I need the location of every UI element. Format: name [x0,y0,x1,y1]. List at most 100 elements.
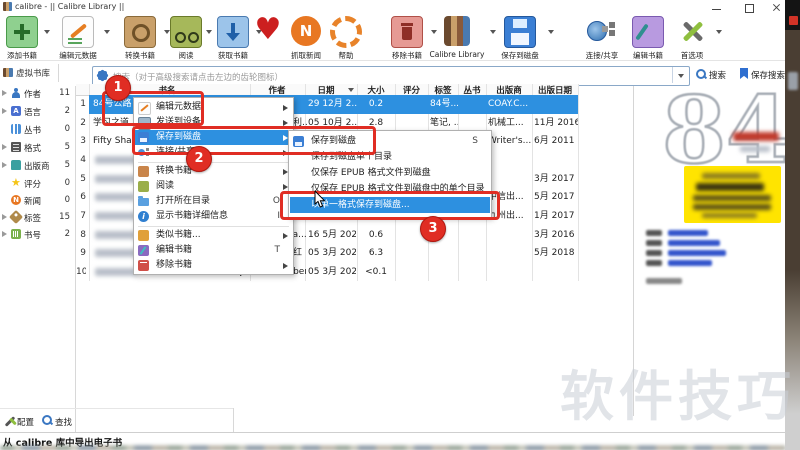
cell-pubdate[interactable]: 6月 2011 [534,132,578,150]
cell-tags[interactable]: 84号... [430,95,458,113]
caret-icon[interactable] [2,144,7,150]
tag-browser-toolbar: 配置 查找 [0,408,233,433]
cell-publisher[interactable]: Writer's... [488,132,532,150]
menu-item-show-book-details[interactable]: i 显示书籍详细信息 I [135,209,292,224]
maximize-button[interactable] [738,2,760,13]
sidebar-item-news[interactable]: N 新闻 0 [0,192,75,209]
add-books-dropdown-arrow[interactable] [44,30,50,34]
cell-date[interactable]: 16 5月 2020 [308,226,356,244]
cell-size[interactable]: <0.1 [357,263,395,281]
cell-pubdate[interactable]: 5月 2017 [534,188,578,206]
cell-publisher[interactable]: COAY.C... [488,95,532,113]
toolbar-add-books[interactable]: 添加书籍 [2,14,42,60]
authors-icon [11,88,21,98]
annotation-circle-step1: 1 [105,75,131,101]
sidebar-item-authors[interactable]: 作者 11 [0,85,75,102]
row-number: 5 [80,174,86,184]
identifiers-icon [11,229,21,239]
menu-item-read[interactable]: 阅读 [135,179,292,194]
cell-date[interactable]: 05 3月 2020 [308,244,356,262]
connect-share-icon [587,16,617,46]
cell-pubdate[interactable]: 3月 2016 [534,226,578,244]
toolbar-calibre-library[interactable]: Calibre Library [426,14,488,60]
search-input[interactable]: 搜索（对于高级搜索请点击左边的齿轮图标） [92,66,690,86]
column-header-publisher[interactable]: 出版商 [486,84,532,96]
configure-button[interactable]: 配置 [17,416,34,428]
cell-pubdate[interactable]: 5月 2018 [534,244,578,262]
find-icon [42,415,52,425]
redacted-text [646,278,682,284]
cell-size[interactable]: 0.2 [357,95,395,113]
caret-icon[interactable] [2,162,7,168]
toolbar-convert-books[interactable]: 转换书籍 [118,14,162,60]
edit-metadata-dropdown-arrow[interactable] [104,30,110,34]
add-books-icon [6,16,38,48]
column-header-author[interactable]: 作者 [252,84,302,96]
toolbar-edit-metadata[interactable]: 编辑元数据 [55,14,101,60]
toolbar-connect-share[interactable]: 连接/共享 [578,14,626,60]
column-header-pubdate[interactable]: 出版日期 [532,84,578,96]
caret-icon[interactable] [2,214,7,220]
preferences-dropdown-arrow[interactable] [716,30,722,34]
read-icon [170,16,202,48]
cell-author[interactable]: 红 [293,244,306,262]
cell-pubdate[interactable]: 3月 2017 [534,170,578,188]
submenu-item-save-epub-only[interactable]: 仅保存 EPUB 格式文件到磁盘 [290,165,490,181]
sidebar-item-tags[interactable]: 标签 15 [0,209,75,226]
toolbar-remove-books[interactable]: 移除书籍 [386,14,428,60]
menu-item-convert-books[interactable]: 转换书籍 [135,164,292,179]
toolbar-read[interactable]: 阅读 [168,14,204,60]
library-icon [444,16,470,46]
cell-publisher[interactable]: 机械工... [488,114,532,132]
sidebar-item-ratings[interactable]: ★ 评分 0 [0,175,75,192]
toolbar-edit-books[interactable]: 编辑书籍 [626,14,670,60]
sidebar-item-series[interactable]: 丛书 0 [0,121,75,138]
sidebar-item-identifiers[interactable]: 书号 2 [0,226,75,243]
save-to-disk-dropdown-arrow[interactable] [548,30,554,34]
menu-item-open-containing-folder[interactable]: 打开所在目录 O [135,194,292,209]
menu-item-similar-books[interactable]: 类似书籍... [135,228,292,243]
sidebar-item-formats[interactable]: 格式 5 [0,139,75,156]
redacted-text [693,195,771,201]
row-number: 4 [80,155,86,165]
toolbar-get-books[interactable]: 获取书籍 [212,14,254,60]
read-icon [138,181,149,192]
advanced-search-gear-icon[interactable] [98,71,107,80]
sidebar-item-languages[interactable]: A 语言 2 [0,103,75,120]
cell-pubdate[interactable]: 11月 2016 [534,114,578,132]
cell-pubdate[interactable]: 1月 2017 [534,207,578,225]
column-header-tags[interactable]: 标签 [428,84,458,96]
virtual-library-button[interactable]: 虚拟书库 [16,67,50,79]
cell-size[interactable]: 0.6 [357,226,395,244]
column-header-series[interactable]: 丛书 [458,84,486,96]
edit-metadata-icon [62,16,94,48]
toolbar-save-to-disk[interactable]: 保存到磁盘 [496,14,544,60]
redacted-text [696,183,764,191]
column-header-size[interactable]: 大小 (MB) [357,84,395,106]
cell-size[interactable]: 6.3 [357,244,395,262]
fetch-news-icon: N [291,16,321,46]
cell-date[interactable]: 29 12月 2... [308,95,358,113]
toolbar-preferences[interactable]: 首选项 [672,14,712,60]
menu-item-remove-books[interactable]: 移除书籍 [135,258,292,273]
divider [0,432,800,433]
row-number: 9 [80,248,86,258]
toolbar-donate[interactable]: ♥ [250,14,286,60]
menu-item-edit-book[interactable]: 编辑书籍 T [135,243,292,258]
toolbar-help[interactable]: 帮助 [328,14,364,60]
caret-icon[interactable] [2,90,7,96]
cell-date[interactable]: 05 3月 2020 [308,263,356,281]
sidebar-item-publishers[interactable]: 出版商 5 [0,157,75,174]
desktop-red-icon [789,16,798,25]
find-button[interactable]: 查找 [55,416,72,428]
publishers-icon [11,160,21,170]
toolbar-fetch-news[interactable]: N 抓取新闻 [286,14,326,60]
caret-icon[interactable] [2,231,7,237]
caret-icon[interactable] [2,108,7,114]
heart-icon: ♥ [254,12,282,47]
column-header-rating[interactable]: 评分 [395,84,428,96]
minimize-button[interactable] [706,2,728,13]
column-header-date[interactable]: 日期 [305,84,347,96]
redacted-detail-label [646,260,662,266]
annotation-circle-step3: 3 [420,216,446,242]
